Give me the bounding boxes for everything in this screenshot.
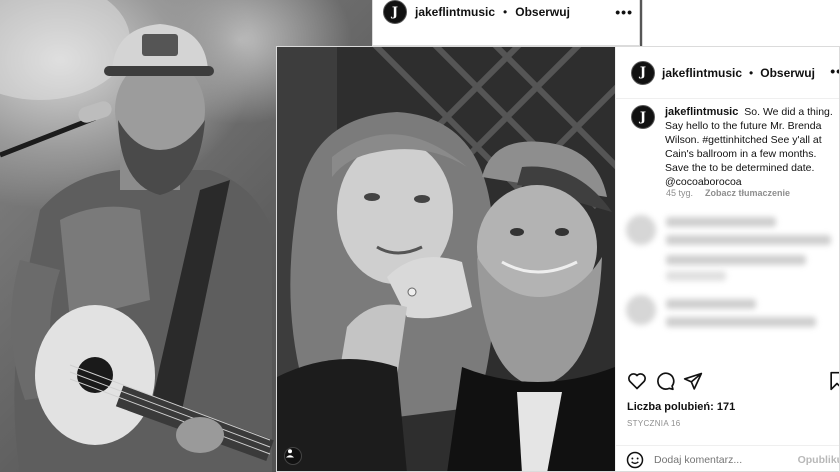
blurred-comment bbox=[626, 215, 839, 285]
likes-number: 171 bbox=[716, 401, 736, 413]
caption-line: Wilson. #gettinhitched See y'all at bbox=[665, 134, 822, 146]
caption-username[interactable]: jakeflintmusic bbox=[665, 106, 738, 118]
post-caption: J jakeflintmusic So. We did a thing. Say… bbox=[631, 105, 839, 189]
post-image[interactable] bbox=[277, 47, 615, 471]
background-post-card: J jakeflintmusic • Obserwuj ••• bbox=[372, 0, 640, 46]
more-options-button[interactable]: ••• bbox=[615, 4, 633, 20]
caption-line: Cain's ballroom in a few months. bbox=[665, 148, 817, 160]
comment-avatar bbox=[626, 215, 656, 245]
post-side-panel: J jakeflintmusic • Obserwuj ••• J jakefl… bbox=[615, 47, 840, 471]
blurred-comment bbox=[626, 295, 839, 345]
likes-count[interactable]: Liczba polubień: 171 bbox=[627, 401, 735, 413]
follow-button[interactable]: Obserwuj bbox=[760, 66, 815, 80]
separator: • bbox=[749, 65, 754, 80]
caption-line: Save the to be determined date. bbox=[665, 162, 815, 174]
translate-link[interactable]: Zobacz tłumaczenie bbox=[705, 188, 790, 198]
caption-line: Say hello to the future Mr. Brenda bbox=[665, 120, 822, 132]
emoji-icon[interactable] bbox=[626, 451, 644, 469]
username[interactable]: jakeflintmusic bbox=[415, 5, 495, 19]
separator: • bbox=[503, 5, 508, 19]
comment-bar: Opublikuj bbox=[616, 445, 839, 471]
caption-text: jakeflintmusic So. We did a thing. Say h… bbox=[665, 105, 835, 189]
caption-mention[interactable]: @cocoaborocoa bbox=[665, 176, 742, 188]
instagram-post-card: J jakeflintmusic • Obserwuj ••• J jakefl… bbox=[276, 46, 840, 472]
post-actions bbox=[627, 371, 840, 393]
profile-avatar[interactable]: J bbox=[383, 0, 407, 24]
comment-input[interactable] bbox=[654, 453, 784, 466]
heart-icon[interactable] bbox=[627, 371, 647, 391]
bookmark-icon[interactable] bbox=[827, 371, 840, 391]
comment-avatar bbox=[626, 295, 656, 325]
post-header: J jakeflintmusic • Obserwuj ••• bbox=[616, 47, 839, 99]
caption-avatar[interactable]: J bbox=[631, 105, 655, 129]
likes-label: Liczba polubień: bbox=[627, 401, 714, 413]
profile-avatar[interactable]: J bbox=[631, 60, 655, 85]
post-date[interactable]: STYCZNIA 16 bbox=[627, 419, 681, 428]
background-post-side-panel bbox=[642, 0, 840, 52]
follow-button[interactable]: Obserwuj bbox=[515, 5, 570, 19]
caption-meta: 45 tyg. Zobacz tłumaczenie bbox=[666, 188, 790, 198]
username[interactable]: jakeflintmusic bbox=[662, 66, 742, 80]
more-options-button[interactable]: ••• bbox=[830, 63, 839, 79]
caption-line: So. We did a thing. bbox=[744, 106, 833, 118]
background-post-header: J jakeflintmusic • Obserwuj ••• bbox=[383, 0, 633, 24]
publish-button[interactable]: Opublikuj bbox=[798, 454, 839, 466]
comment-icon[interactable] bbox=[655, 371, 675, 391]
post-time[interactable]: 45 tyg. bbox=[666, 188, 693, 198]
share-icon[interactable] bbox=[683, 371, 703, 391]
tag-user-icon[interactable] bbox=[284, 447, 302, 465]
